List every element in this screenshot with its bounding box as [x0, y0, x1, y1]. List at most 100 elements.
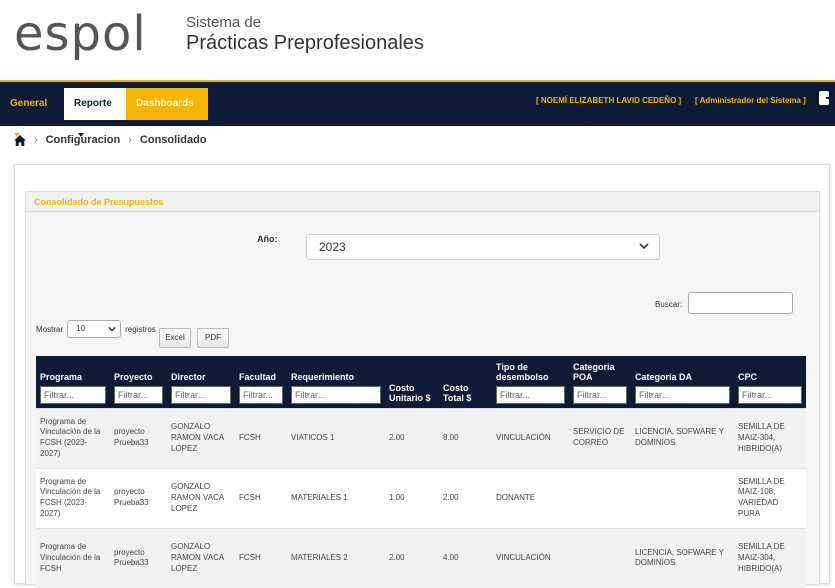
- cell-costo-unitario: 2.00: [385, 527, 439, 588]
- cell-requerimiento: MATERIALES 2: [287, 527, 385, 588]
- nav-general-menu[interactable]: General: [0, 88, 64, 138]
- chevron-down-icon: [639, 243, 649, 250]
- cell-programa: Programa de Vinculación de la FCSH (2023…: [36, 407, 110, 469]
- cell-categoria-da: LICENCIA, SOFWARE Y DOMINIOS: [631, 407, 734, 469]
- page-length-value: 10: [76, 324, 86, 333]
- espol-logo[interactable]: espol: [14, 6, 147, 62]
- cell-tipo-desembolso: VINCULACIÓN: [492, 407, 569, 469]
- col-tipo-desembolso[interactable]: Tipo de desembolso Filtrar...: [492, 356, 569, 408]
- export-pdf-button[interactable]: PDF: [197, 328, 229, 348]
- col-categoria-da[interactable]: Categoría DA Filtrar...: [631, 356, 734, 408]
- mostrar-label: Mostrar: [36, 324, 64, 334]
- col-facultad[interactable]: Facultad Filtrar...: [235, 356, 287, 408]
- filter-input[interactable]: Filtrar...: [291, 385, 381, 404]
- cell-programa: Programa de Vinculación de la FCSH: [36, 527, 110, 588]
- cell-facultad: FCSH: [235, 407, 287, 469]
- page-length-select[interactable]: 10: [67, 320, 122, 338]
- col-categoria-poa[interactable]: Categoria POA Filtrar...: [569, 356, 631, 408]
- cell-programa: Programa de Vinculación de la FCSH (2023…: [36, 467, 110, 529]
- logout-icon[interactable]: [818, 90, 835, 106]
- cell-categoria-da: [631, 467, 734, 529]
- cell-cpc: SEMILLA DE MAIZ-304, HIBRIDO(A): [734, 407, 806, 469]
- cell-director: GONZALO RAMON VACA LOPEZ: [167, 527, 235, 588]
- cell-cpc: SEMILLA DE MAIZ-304, HIBRIDO(A): [734, 527, 806, 588]
- col-costo-total[interactable]: Costo Total $: [439, 356, 492, 408]
- registros-label: registros: [125, 324, 156, 334]
- table-row[interactable]: Programa de Vinculación de la FCSH proye…: [36, 527, 806, 588]
- col-label: Proyecto: [114, 372, 153, 383]
- filter-input[interactable]: Filtrar...: [114, 385, 163, 404]
- col-cpc[interactable]: CPC Filtrar...: [734, 356, 806, 408]
- col-proyecto[interactable]: Proyecto Filtrar...: [110, 356, 167, 408]
- cell-cpc: SEMILLA DE MAIZ-108, VARIEDAD PURA: [734, 467, 806, 529]
- table-row[interactable]: Programa de Vinculación de la FCSH (2023…: [36, 467, 806, 529]
- system-title-line2: Prácticas Preprofesionales: [186, 32, 424, 54]
- col-label: CPC: [738, 372, 758, 383]
- col-label: Tipo de desembolso: [496, 362, 549, 383]
- content-panel: Consolidado de Presupuestos Año: 2023 Bu…: [14, 164, 830, 588]
- cell-categoria-poa: [569, 527, 631, 588]
- cell-costo-unitario: 2.00: [385, 407, 439, 469]
- cell-categoria-poa: [569, 467, 631, 529]
- col-label: Categoria POA: [573, 362, 615, 383]
- panel-title: Consolidado de Presupuestos: [26, 192, 819, 212]
- col-label: Programa: [40, 372, 83, 383]
- filter-input[interactable]: Filtrar...: [171, 385, 231, 404]
- nav-dashboards-menu[interactable]: Dashboards: [126, 88, 208, 138]
- cell-director: GONZALO RAMON VACA LOPEZ: [167, 407, 235, 469]
- chevron-down-icon: [108, 326, 116, 332]
- anio-value: 2023: [319, 240, 346, 254]
- main-navbar: General Reporte Dashboards [ NOEMÍ ELIZA…: [0, 80, 835, 138]
- filter-input[interactable]: Filtrar...: [573, 385, 627, 404]
- col-label: Requerimiento: [291, 372, 355, 383]
- home-icon[interactable]: [14, 134, 26, 146]
- breadcrumb-configuracion[interactable]: Configuracion: [46, 134, 121, 146]
- cell-categoria-da: LICENCIA, SOFWARE Y DOMINIOS: [631, 527, 734, 588]
- anio-label: Año:: [257, 234, 278, 244]
- cell-costo-total: 4.00: [439, 527, 492, 588]
- app-header: espol Sistema de Prácticas Preprofesiona…: [0, 0, 835, 80]
- filter-input[interactable]: Filtrar...: [635, 385, 730, 404]
- col-programa[interactable]: Programa Filtrar...: [36, 356, 110, 408]
- consolidado-table: Programa Filtrar... Proyecto Filtrar... Di…: [36, 356, 806, 588]
- table-row[interactable]: Programa de Vinculación de la FCSH (2023…: [36, 407, 806, 469]
- panel-body: Año: 2023 Buscar: Mostrar 10 registros E…: [26, 212, 819, 588]
- cell-requerimiento: MATERIALES 1: [287, 467, 385, 529]
- current-role[interactable]: [ Administrador del Sistema ]: [695, 96, 806, 105]
- cell-tipo-desembolso: VINCULACIÓN: [492, 527, 569, 588]
- col-requerimiento[interactable]: Requerimiento Filtrar...: [287, 356, 385, 408]
- filter-input[interactable]: Filtrar...: [40, 385, 106, 404]
- cell-proyecto: proyecto Prueba33: [110, 527, 167, 588]
- cell-requerimiento: VIATICOS 1: [287, 407, 385, 469]
- col-label: Costo Unitario $: [389, 383, 431, 404]
- anio-select[interactable]: 2023: [306, 234, 660, 260]
- system-title-line1: Sistema de: [186, 14, 262, 31]
- filter-input[interactable]: Filtrar...: [496, 385, 565, 404]
- buscar-label: Buscar:: [655, 300, 683, 309]
- cell-proyecto: proyecto Prueba33: [110, 407, 167, 469]
- nav-reporte-label: Reporte: [74, 98, 112, 109]
- cell-facultad: FCSH: [235, 527, 287, 588]
- table-header-row: Programa Filtrar... Proyecto Filtrar... Di…: [36, 356, 806, 409]
- system-title: Sistema de Prácticas Preprofesionales: [186, 14, 424, 55]
- filter-input[interactable]: Filtrar...: [738, 385, 802, 404]
- filter-input[interactable]: Filtrar...: [239, 385, 283, 404]
- page-length-control: Mostrar 10 registros: [36, 320, 156, 338]
- nav-dashboards-label: Dashboards: [136, 98, 194, 109]
- col-costo-unitario[interactable]: Costo Unitario $: [385, 356, 439, 408]
- col-label: Costo Total $: [443, 383, 472, 404]
- breadcrumb: › Configuracion › Consolidado: [14, 134, 207, 146]
- chevron-right-icon: ›: [34, 134, 38, 146]
- col-director[interactable]: Director Filtrar...: [167, 356, 235, 408]
- cell-proyecto: proyecto Prueba33: [110, 467, 167, 529]
- nav-reporte-menu[interactable]: Reporte: [64, 88, 126, 138]
- col-label: Director: [171, 372, 206, 383]
- search-input[interactable]: [688, 292, 793, 314]
- nav-general-label: General: [10, 98, 48, 109]
- col-label: Facultad: [239, 372, 277, 383]
- cell-categoria-poa: SERVICIO DE CORREO: [569, 407, 631, 469]
- breadcrumb-consolidado: Consolidado: [139, 134, 207, 146]
- chevron-right-icon: ›: [128, 134, 132, 146]
- export-excel-button[interactable]: Excel: [159, 328, 191, 348]
- current-user[interactable]: [ NOEMÍ ELIZABETH LAVID CEDEÑO ]: [536, 96, 681, 105]
